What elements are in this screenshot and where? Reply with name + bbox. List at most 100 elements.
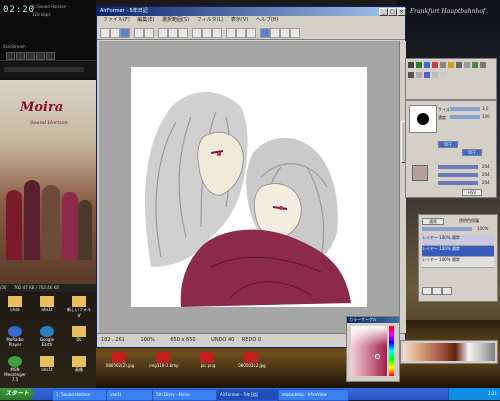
taskbar-item-folder[interactable]: ahs1t bbox=[106, 389, 153, 401]
menu-help[interactable]: ヘルプ(H) bbox=[256, 17, 279, 23]
taskbar-item-airformer[interactable]: AirFormer - 5年日記 bbox=[216, 389, 279, 401]
line-tool-icon[interactable] bbox=[408, 72, 414, 78]
menu-edit[interactable]: 編集(E) bbox=[137, 17, 154, 23]
text-tool-icon[interactable] bbox=[424, 72, 430, 78]
hand-tool-icon[interactable] bbox=[472, 62, 478, 68]
fill-tool-icon[interactable] bbox=[440, 62, 446, 68]
folder-icon bbox=[40, 296, 54, 307]
opacity-slider[interactable] bbox=[422, 227, 472, 231]
desktop-icon[interactable]: Lhaz bbox=[2, 296, 28, 312]
desktop-icon[interactable]: ahs1t bbox=[34, 356, 60, 372]
size-slider[interactable] bbox=[450, 107, 480, 111]
color-swatches[interactable] bbox=[403, 343, 495, 361]
brush-tool-icon[interactable] bbox=[416, 62, 422, 68]
taskbar-item-player[interactable]: 1. Sound Horizon - bbox=[52, 389, 107, 401]
invert-selection-icon[interactable] bbox=[178, 28, 188, 38]
density-slider[interactable] bbox=[450, 115, 480, 119]
taskbar-item-diary[interactable]: 5th Diary - Moira bbox=[152, 389, 217, 401]
minimize-button[interactable]: _ bbox=[379, 8, 388, 16]
maximize-button[interactable]: □ bbox=[388, 8, 397, 16]
paint-app-window: AirFormer - 5年日記 _ □ × ファイル(F) 編集(E) 選択範… bbox=[96, 6, 407, 348]
desktop-file[interactable]: pic.png bbox=[188, 352, 228, 368]
hue-strip[interactable] bbox=[389, 326, 394, 376]
prev-button[interactable] bbox=[6, 52, 15, 60]
menu-view[interactable]: 表示(V) bbox=[231, 17, 248, 23]
color-palette-panel: カラーサークル bbox=[346, 316, 400, 382]
redo-icon[interactable] bbox=[144, 28, 154, 38]
blur-tool-icon[interactable] bbox=[432, 72, 438, 78]
desktop-icon[interactable]: 新しいフォルダ bbox=[66, 296, 92, 319]
smudge-tool-icon[interactable] bbox=[440, 72, 446, 78]
primary-color-swatch[interactable] bbox=[412, 165, 428, 181]
color-mode-button[interactable]: HSV bbox=[462, 189, 482, 196]
menu-select[interactable]: 選択範囲(S) bbox=[162, 17, 189, 23]
pause-button[interactable] bbox=[26, 52, 35, 60]
desktop-icon[interactable]: 画像 bbox=[66, 356, 92, 373]
canvas-size: 650 x 650 bbox=[170, 337, 196, 343]
layer-row[interactable]: レイヤー 100% 通常 bbox=[422, 235, 494, 246]
save-icon[interactable] bbox=[120, 28, 130, 38]
open-file-icon[interactable] bbox=[110, 28, 120, 38]
picker-cursor[interactable] bbox=[375, 354, 380, 359]
play-button[interactable] bbox=[16, 52, 25, 60]
move-tool-icon[interactable] bbox=[456, 62, 462, 68]
seek-bar[interactable] bbox=[4, 67, 84, 72]
select-tool-icon[interactable] bbox=[448, 62, 454, 68]
flip-icon[interactable] bbox=[246, 28, 256, 38]
value-slider[interactable] bbox=[438, 181, 478, 185]
desktop-file[interactable]: img310-3.bmp bbox=[144, 352, 184, 368]
next-button[interactable] bbox=[46, 52, 55, 60]
zoom-in-icon[interactable] bbox=[192, 28, 202, 38]
sat-slider[interactable] bbox=[438, 173, 478, 177]
layer-row-selected[interactable]: レイヤー 100% 通常 bbox=[422, 246, 494, 257]
window-titlebar[interactable]: AirFormer - 5年日記 _ □ × bbox=[97, 7, 406, 16]
deselect-icon[interactable] bbox=[168, 28, 178, 38]
eraser-icon[interactable] bbox=[290, 28, 300, 38]
menu-filter[interactable]: フィルタ(L) bbox=[197, 17, 224, 23]
new-layer-icon[interactable] bbox=[422, 287, 432, 295]
desktop-icon[interactable]: MoRadio Player bbox=[2, 326, 28, 347]
stop-button[interactable] bbox=[36, 52, 45, 60]
eyedropper-tool-icon[interactable] bbox=[480, 62, 486, 68]
copy-layer-icon[interactable] bbox=[432, 287, 442, 295]
undo-icon[interactable] bbox=[134, 28, 144, 38]
protect-alpha-label: 透明色保護 bbox=[459, 218, 479, 223]
zoom-out-icon[interactable] bbox=[202, 28, 212, 38]
start-button[interactable]: スタート bbox=[0, 388, 34, 400]
color-picker-field[interactable] bbox=[351, 326, 387, 376]
desktop-file[interactable]: 080502c2.jpg bbox=[232, 352, 272, 368]
menu-file[interactable]: ファイル(F) bbox=[103, 17, 130, 23]
drawing-canvas[interactable] bbox=[131, 67, 367, 307]
rotate-left-icon[interactable] bbox=[226, 28, 236, 38]
brush-preview bbox=[409, 105, 437, 133]
rotate-right-icon[interactable] bbox=[236, 28, 246, 38]
layer-icon[interactable] bbox=[260, 28, 270, 38]
option-toggle-a[interactable]: OFF bbox=[438, 141, 458, 148]
desktop-icon[interactable]: Google Earth bbox=[34, 326, 60, 347]
color-icon[interactable] bbox=[270, 28, 280, 38]
zoom-reset-icon[interactable] bbox=[212, 28, 222, 38]
pen-tool-icon[interactable] bbox=[408, 62, 414, 68]
new-file-icon[interactable] bbox=[100, 28, 110, 38]
taskbar-item-irfanview[interactable]: moira.bmp - IrfanView bbox=[278, 389, 349, 401]
desktop-file[interactable]: 080502(2).jpg bbox=[100, 352, 140, 368]
blend-mode-select[interactable]: 通常 bbox=[422, 218, 444, 225]
desktop-icon[interactable]: ahs1t bbox=[34, 296, 60, 312]
airbrush-tool-icon[interactable] bbox=[424, 62, 430, 68]
brush-icon[interactable] bbox=[280, 28, 290, 38]
desktop-icon[interactable]: MSN Messenger 7.5 bbox=[2, 356, 28, 382]
close-button[interactable]: × bbox=[397, 8, 406, 16]
cover-figure bbox=[62, 192, 78, 260]
zoom-tool-icon[interactable] bbox=[464, 62, 470, 68]
shape-tool-icon[interactable] bbox=[416, 72, 422, 78]
select-all-icon[interactable] bbox=[158, 28, 168, 38]
option-toggle-b[interactable]: OFF bbox=[462, 149, 482, 156]
delete-layer-icon[interactable] bbox=[442, 287, 452, 295]
cover-figure bbox=[78, 200, 92, 260]
layer-row[interactable]: レイヤー 100% 通常 bbox=[422, 257, 494, 268]
tool-palette bbox=[405, 58, 497, 100]
hue-slider[interactable] bbox=[438, 165, 478, 169]
eraser-tool-icon[interactable] bbox=[432, 62, 438, 68]
desktop-icon[interactable]: DL bbox=[66, 326, 92, 342]
player-station: StarStream bbox=[3, 44, 26, 49]
